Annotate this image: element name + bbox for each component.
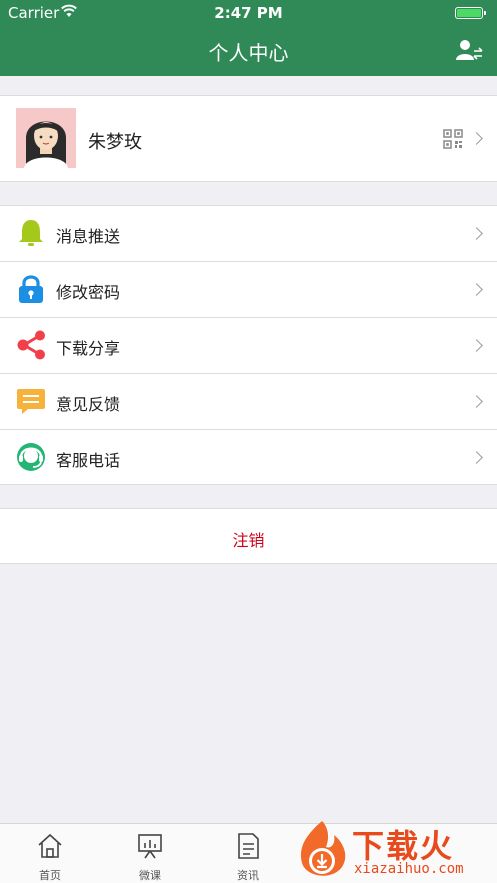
home-icon [38, 833, 62, 858]
profile-row[interactable]: 朱梦玫 [0, 95, 497, 182]
avatar [16, 108, 76, 168]
menu-item-label: 意见反馈 [56, 395, 121, 414]
chevron-right-icon [470, 132, 483, 145]
chevron-right-icon [470, 395, 483, 408]
qr-code-icon[interactable] [443, 129, 463, 149]
logout-label: 注销 [232, 531, 265, 550]
lock-icon [19, 275, 43, 303]
menu-item-label: 消息推送 [56, 227, 121, 246]
menu-item-label: 客服电话 [56, 451, 121, 470]
feedback-icon [17, 389, 45, 414]
document-icon [238, 833, 259, 859]
menu-item-download-share[interactable]: 下载分享 [0, 318, 497, 374]
menu-item-label: 下载分享 [56, 339, 121, 358]
tab-label: 资讯 [237, 869, 259, 882]
watermark-logo: 下载火 xiazaihuo.com [292, 817, 497, 883]
share-icon [17, 330, 45, 360]
chevron-right-icon [470, 451, 483, 464]
tab-micro-course[interactable]: 微课 [100, 824, 200, 883]
watermark-url: xiazaihuo.com [354, 861, 464, 877]
presentation-icon [138, 834, 162, 859]
menu-item-notifications[interactable]: 消息推送 [0, 206, 497, 262]
menu-item-label: 修改密码 [56, 283, 121, 302]
page-title: 个人中心 [208, 41, 289, 65]
status-bar: Carrier 2:47 PM [0, 0, 497, 26]
bell-icon [19, 220, 43, 246]
tab-label: 微课 [139, 869, 161, 882]
battery-icon [455, 7, 486, 19]
menu-item-change-password[interactable]: 修改密码 [0, 262, 497, 318]
chevron-right-icon [470, 227, 483, 240]
settings-menu: 消息推送 修改密码 下载分享 意见反馈 客服电话 [0, 205, 497, 485]
profile-name: 朱梦玫 [88, 132, 142, 153]
tab-home[interactable]: 首页 [0, 824, 100, 883]
headset-icon [17, 443, 45, 471]
nav-bar: 个人中心 [0, 26, 497, 76]
menu-item-feedback[interactable]: 意见反馈 [0, 374, 497, 430]
flame-logo-icon [300, 821, 346, 876]
chevron-right-icon [470, 339, 483, 352]
tab-news[interactable]: 资讯 [198, 824, 298, 883]
chevron-right-icon [470, 283, 483, 296]
status-time: 2:47 PM [214, 4, 283, 22]
tab-label: 首页 [39, 869, 61, 882]
switch-user-icon[interactable] [455, 38, 483, 64]
logout-button[interactable]: 注销 [0, 508, 497, 564]
menu-item-customer-service[interactable]: 客服电话 [0, 430, 497, 486]
